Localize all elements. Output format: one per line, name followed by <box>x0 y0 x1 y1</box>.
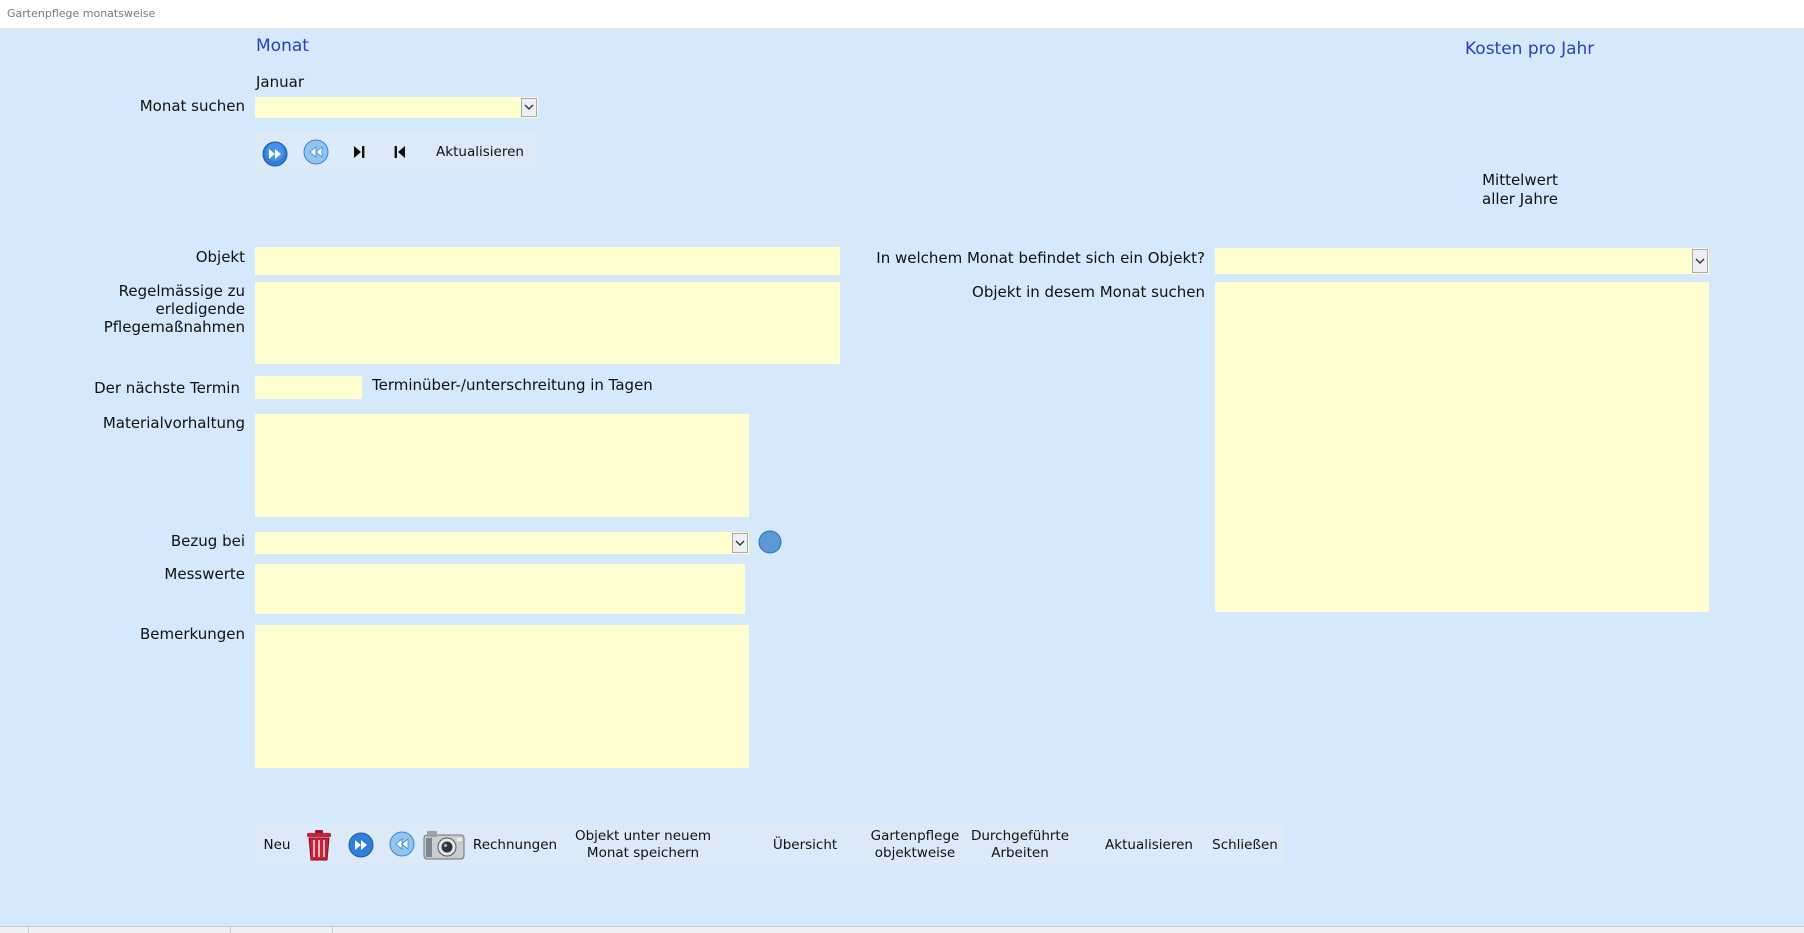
next-record-bottom-button[interactable] <box>347 831 375 859</box>
regelmaessig-field[interactable] <box>255 282 840 364</box>
bemerkungen-field[interactable] <box>255 625 749 768</box>
per-object-line1: Gartenpflege <box>870 828 960 844</box>
refresh-button-top[interactable]: Aktualisieren <box>430 141 530 163</box>
average-all-years-label: Mittelwert aller Jahre <box>1440 171 1600 209</box>
material-field[interactable] <box>255 414 749 517</box>
bezug-label: Bezug bei <box>170 532 245 550</box>
messwerte-field[interactable] <box>255 564 745 614</box>
camera-icon <box>423 831 465 860</box>
month-search-combo[interactable] <box>255 97 538 118</box>
overview-button[interactable]: Übersicht <box>755 828 855 862</box>
previous-record-icon <box>389 831 415 857</box>
per-object-line2: objektweise <box>874 845 956 861</box>
save-new-month-line2: Monat speichern <box>586 845 700 861</box>
first-record-button[interactable] <box>389 141 411 163</box>
month-value: Januar <box>256 73 304 91</box>
bemerkungen-label: Bemerkungen <box>139 625 245 643</box>
save-new-month-line1: Objekt unter neuem <box>574 828 712 844</box>
window-title: Gartenpflege monatsweise <box>7 7 156 20</box>
previous-record-bottom-button[interactable] <box>388 830 416 858</box>
close-button[interactable]: Schließen <box>1210 828 1280 862</box>
deadline-deviation-note: Terminüber-/unterschreitung in Tagen <box>372 376 653 394</box>
object-search-label: Objekt in desem Monat suchen <box>972 283 1205 301</box>
delete-button[interactable] <box>302 828 336 862</box>
next-record-icon <box>348 832 374 858</box>
messwerte-label: Messwerte <box>164 565 245 583</box>
bottom-toolbar: Neu Rechnungen Objekt unter neuem Monat … <box>255 824 1285 866</box>
last-record-icon <box>354 146 365 158</box>
object-search-list[interactable] <box>1215 282 1709 612</box>
chevron-down-icon[interactable] <box>521 98 537 117</box>
previous-record-icon <box>303 139 329 165</box>
next-appointment-label: Der nächste Termin <box>94 379 240 397</box>
nav-bar-divider <box>28 927 29 933</box>
circle-button-icon <box>758 530 782 554</box>
next-appointment-field[interactable] <box>255 376 362 399</box>
chevron-down-icon[interactable] <box>732 533 748 553</box>
material-label: Materialvorhaltung <box>102 414 245 432</box>
save-under-new-month-button[interactable]: Objekt unter neuem Monat speichern <box>565 826 721 864</box>
regelmaessig-label-line1: Regelmässige zu <box>118 282 245 300</box>
costs-per-year-heading: Kosten pro Jahr <box>1465 39 1595 59</box>
month-question-combo[interactable] <box>1215 248 1709 274</box>
camera-button[interactable] <box>422 827 466 863</box>
objekt-label: Objekt <box>195 248 245 266</box>
next-record-button[interactable] <box>261 140 289 168</box>
nav-bar-divider <box>230 927 231 933</box>
chevron-down-icon[interactable] <box>1692 249 1708 273</box>
first-record-icon <box>394 146 405 158</box>
month-search-label: Monat suchen <box>139 97 245 115</box>
record-navigation-toolbar: Aktualisieren <box>255 131 538 174</box>
month-heading: Monat <box>256 36 309 56</box>
regelmaessig-label: Regelmässige zu erledigende Pflegemaßnah… <box>40 282 245 336</box>
bezug-lookup-button[interactable] <box>758 530 782 554</box>
regelmaessig-label-line3: Pflegemaßnahmen <box>103 318 245 336</box>
month-question-label: In welchem Monat befindet sich ein Objek… <box>876 249 1205 267</box>
garden-care-per-object-button[interactable]: Gartenpflege objektweise <box>865 826 965 864</box>
refresh-button-bottom[interactable]: Aktualisieren <box>1097 828 1201 862</box>
trash-icon <box>307 830 331 861</box>
nav-bar-divider <box>332 927 333 933</box>
average-label-line1: Mittelwert <box>1482 171 1558 189</box>
completed-work-button[interactable]: Durchgeführte Arbeiten <box>970 826 1070 864</box>
average-label-line2: aller Jahre <box>1482 190 1558 208</box>
window-titlebar: Gartenpflege monatsweise <box>0 0 1804 29</box>
next-record-icon <box>262 141 288 167</box>
done-work-line1: Durchgeführte <box>970 828 1070 844</box>
last-record-button[interactable] <box>348 141 370 163</box>
regelmaessig-label-line2: erledigende <box>155 300 246 318</box>
previous-record-button[interactable] <box>302 138 330 166</box>
bezug-combo[interactable] <box>255 532 749 554</box>
done-work-line2: Arbeiten <box>991 845 1049 861</box>
objekt-field[interactable] <box>255 247 840 275</box>
invoices-button[interactable]: Rechnungen <box>473 828 557 862</box>
new-button[interactable]: Neu <box>257 828 297 862</box>
